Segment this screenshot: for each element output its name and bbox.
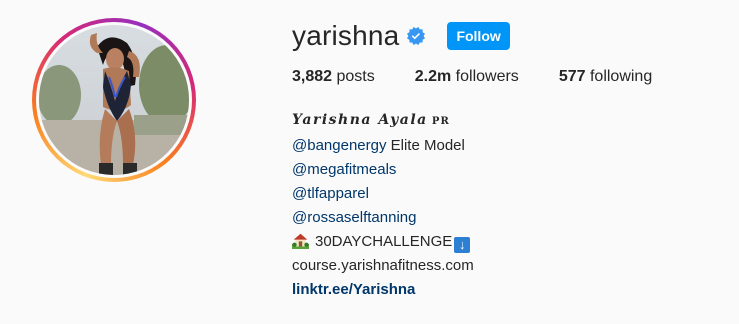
following-stat[interactable]: 577 following [559, 68, 652, 86]
followers-label: followers [455, 68, 519, 85]
posts-count: 3,882 [292, 68, 333, 85]
full-name-line: Yarishna Ayala PR [292, 108, 474, 134]
verified-badge-icon [407, 27, 426, 45]
profile-stats: 3,882 posts 2.2m followers 577 following [292, 68, 692, 86]
posts-label: posts [336, 68, 375, 85]
down-arrow-icon: ↓ [454, 237, 471, 253]
followers-count: 2.2m [414, 68, 452, 85]
website-link[interactable]: linktr.ee/Yarishna [292, 278, 474, 302]
story-ring[interactable] [32, 18, 196, 182]
house-with-garden-icon [292, 233, 309, 249]
following-label: following [589, 68, 653, 85]
bio: Yarishna Ayala PR @bangenergy Elite Mode… [292, 108, 474, 302]
mention-link-tlfapparel[interactable]: @tlfapparel [292, 182, 474, 206]
followers-stat[interactable]: 2.2m followers [415, 68, 519, 86]
posts-stat: 3,882 posts [292, 68, 375, 86]
mention-link-megafitmeals[interactable]: @megafitmeals [292, 158, 474, 182]
mention-link-bangenergy[interactable]: @bangenergy [292, 137, 386, 154]
bio-line-challenge: 30DAYCHALLENGE ↓ [292, 230, 474, 254]
course-text: course.yarishnafitness.com [292, 257, 474, 274]
full-name: Yarishna Ayala [292, 112, 428, 128]
challenge-text: 30DAYCHALLENGE [315, 233, 453, 250]
profile-header: yarishna Follow 3,882 posts 2.2m followe… [0, 0, 739, 324]
mention-link-rossaselftanning[interactable]: @rossaselftanning [292, 206, 474, 230]
full-name-suffix: PR [431, 116, 450, 127]
profile-title-row: yarishna Follow [292, 16, 510, 56]
username: yarishna [292, 20, 400, 51]
following-count: 577 [558, 68, 586, 85]
avatar[interactable] [39, 25, 189, 175]
bio-text-elite-model: Elite Model [386, 137, 465, 154]
follow-button[interactable]: Follow [447, 22, 510, 50]
bio-line-bangenergy: @bangenergy Elite Model [292, 134, 474, 158]
